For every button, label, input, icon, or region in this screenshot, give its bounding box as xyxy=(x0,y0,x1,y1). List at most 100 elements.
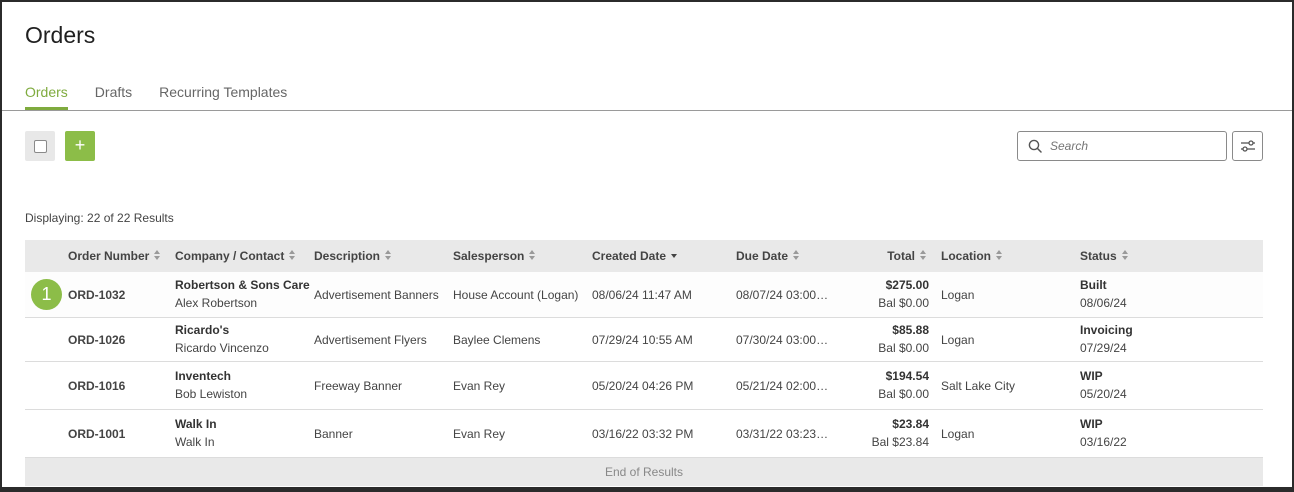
col-status[interactable]: Status xyxy=(1080,240,1129,272)
salesperson: Evan Rey xyxy=(453,379,506,393)
created-date: 03/16/22 03:32 PM xyxy=(592,427,694,441)
col-label: Location xyxy=(941,249,991,263)
sort-icon xyxy=(154,249,161,262)
search-box[interactable] xyxy=(1017,131,1227,161)
results-count: Displaying: 22 of 22 Results xyxy=(25,211,174,225)
description: Banner xyxy=(314,427,353,441)
company-contact: Inventech Bob Lewiston xyxy=(175,367,247,403)
contact-name: Alex Robertson xyxy=(175,296,258,310)
sort-icon xyxy=(996,249,1003,262)
balance: Bal $0.00 xyxy=(878,387,929,401)
sort-icon xyxy=(385,249,392,262)
total: $194.54 Bal $0.00 xyxy=(878,367,929,403)
table-row[interactable]: ORD-1026 Ricardo's Ricardo Vincenzo Adver… xyxy=(25,318,1263,362)
company-name: Robertson & Sons Care xyxy=(175,278,310,292)
location: Logan xyxy=(941,333,975,347)
col-salesperson[interactable]: Salesperson xyxy=(453,240,536,272)
orders-window: Orders Orders Drafts Recurring Templates… xyxy=(0,0,1294,492)
tab-orders[interactable]: Orders xyxy=(25,84,68,110)
order-number[interactable]: ORD-1016 xyxy=(68,379,125,393)
tab-recurring-templates[interactable]: Recurring Templates xyxy=(159,84,287,110)
tab-bar: Orders Drafts Recurring Templates xyxy=(25,84,314,110)
salesperson: House Account (Logan) xyxy=(453,288,579,302)
status: WIP 03/16/22 xyxy=(1080,415,1127,451)
status-date: 05/20/24 xyxy=(1080,387,1127,401)
due-date: 07/30/24 03:00… xyxy=(736,333,829,347)
col-company-contact[interactable]: Company / Contact xyxy=(175,240,296,272)
contact-name: Ricardo Vincenzo xyxy=(175,341,269,355)
location: Logan xyxy=(941,427,975,441)
salesperson: Baylee Clemens xyxy=(453,333,541,347)
add-order-button[interactable]: + xyxy=(65,131,95,161)
status-date: 07/29/24 xyxy=(1080,341,1127,355)
table-row[interactable]: 1 ORD-1032 Robertson & Sons Care Alex Rob… xyxy=(25,272,1263,318)
col-label: Description xyxy=(314,249,381,263)
total-amount: $23.84 xyxy=(892,417,929,431)
status: Invoicing 07/29/24 xyxy=(1080,321,1133,357)
end-of-results: End of Results xyxy=(25,458,1263,486)
location: Salt Lake City xyxy=(941,379,1016,393)
sort-icon xyxy=(1121,249,1129,262)
company-contact: Walk In Walk In xyxy=(175,415,217,451)
col-label: Due Date xyxy=(736,249,789,263)
search-input[interactable] xyxy=(1050,139,1200,153)
salesperson: Evan Rey xyxy=(453,427,506,441)
balance: Bal $0.00 xyxy=(878,341,929,355)
page-title: Orders xyxy=(25,22,96,48)
created-date: 05/20/24 04:26 PM xyxy=(592,379,694,393)
col-order-number[interactable]: Order Number xyxy=(68,240,161,272)
contact-name: Walk In xyxy=(175,435,215,449)
sort-desc-icon xyxy=(671,250,678,262)
description: Advertisement Banners xyxy=(314,288,439,302)
col-label: Order Number xyxy=(68,249,150,263)
col-created-date[interactable]: Created Date xyxy=(592,240,678,272)
description: Advertisement Flyers xyxy=(314,333,427,347)
sort-icon xyxy=(793,249,800,262)
order-number[interactable]: ORD-1032 xyxy=(68,288,125,302)
col-description[interactable]: Description xyxy=(314,240,392,272)
due-date: 03/31/22 03:23… xyxy=(736,427,829,441)
due-date: 05/21/24 02:00… xyxy=(736,379,829,393)
col-label: Created Date xyxy=(592,249,667,263)
sort-icon xyxy=(920,249,927,262)
location: Logan xyxy=(941,288,975,302)
table-row[interactable]: ORD-1001 Walk In Walk In Banner Evan Rey … xyxy=(25,410,1263,458)
status-label: Invoicing xyxy=(1080,323,1133,337)
table-row[interactable]: ORD-1016 Inventech Bob Lewiston Freeway B… xyxy=(25,362,1263,410)
total-amount: $85.88 xyxy=(892,323,929,337)
select-all-checkbox[interactable] xyxy=(25,131,55,161)
balance: Bal $0.00 xyxy=(878,296,929,310)
company-contact: Robertson & Sons Care Alex Robertson xyxy=(175,276,310,312)
col-label: Status xyxy=(1080,249,1117,263)
company-name: Walk In xyxy=(175,417,217,431)
created-date: 07/29/24 10:55 AM xyxy=(592,333,693,347)
filter-button[interactable] xyxy=(1232,131,1263,161)
checkbox-box xyxy=(33,139,47,153)
row-number-badge: 1 xyxy=(31,279,62,310)
table-header: Order Number Company / Contact Descripti… xyxy=(25,240,1263,272)
col-due-date[interactable]: Due Date xyxy=(736,240,800,272)
status-label: WIP xyxy=(1080,417,1103,431)
company-name: Ricardo's xyxy=(175,323,230,337)
order-number[interactable]: ORD-1026 xyxy=(68,333,125,347)
col-location[interactable]: Location xyxy=(941,240,1003,272)
total: $275.00 Bal $0.00 xyxy=(878,276,929,312)
company-name: Inventech xyxy=(175,369,232,383)
contact-name: Bob Lewiston xyxy=(175,387,248,401)
status-label: Built xyxy=(1080,278,1107,292)
sort-icon xyxy=(289,249,296,262)
order-number[interactable]: ORD-1001 xyxy=(68,427,125,441)
tab-drafts[interactable]: Drafts xyxy=(95,84,132,110)
status: WIP 05/20/24 xyxy=(1080,367,1127,403)
col-label: Total xyxy=(887,249,915,263)
col-label: Salesperson xyxy=(453,249,525,263)
status: Built 08/06/24 xyxy=(1080,276,1127,312)
tab-divider xyxy=(2,110,1292,111)
total: $23.84 Bal $23.84 xyxy=(872,415,929,451)
sort-icon xyxy=(529,249,536,262)
orders-table: Order Number Company / Contact Descripti… xyxy=(25,240,1263,486)
search-icon xyxy=(1028,139,1042,153)
col-total[interactable]: Total xyxy=(887,240,927,272)
total: $85.88 Bal $0.00 xyxy=(878,321,929,357)
balance: Bal $23.84 xyxy=(871,435,929,449)
